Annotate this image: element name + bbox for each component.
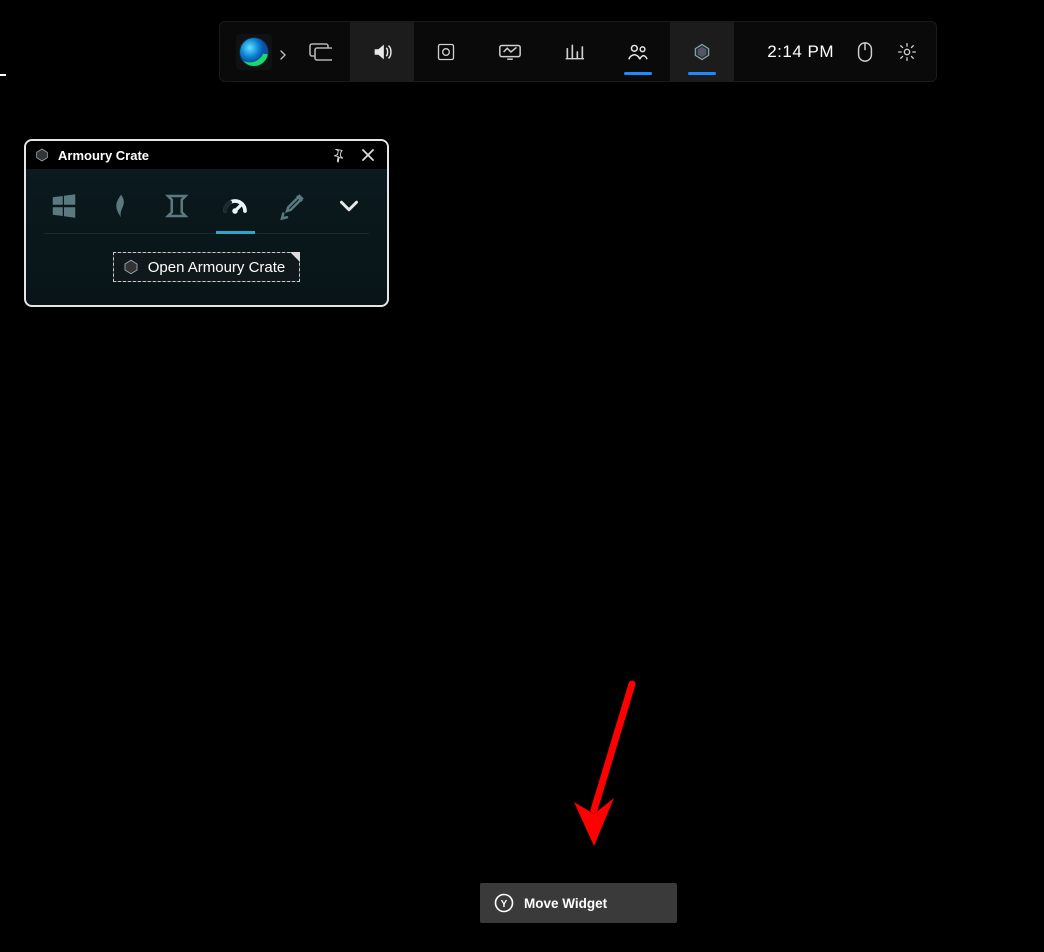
display-widget-button[interactable] bbox=[478, 22, 542, 81]
audio-widget-button[interactable] bbox=[350, 22, 414, 81]
edge-icon-wrap bbox=[236, 34, 272, 70]
controller-hint-label: Move Widget bbox=[524, 896, 607, 911]
chevron-right-icon[interactable] bbox=[278, 47, 288, 57]
active-app-edge[interactable] bbox=[228, 34, 296, 70]
svg-text:Y: Y bbox=[501, 899, 508, 910]
game-bar-widgets bbox=[350, 22, 734, 81]
game-bar-right: 2:14 PM bbox=[757, 22, 936, 81]
widget-titlebar[interactable]: Armoury Crate bbox=[26, 141, 387, 169]
clock-text: 2:14 PM bbox=[757, 42, 844, 62]
y-button-icon: Y bbox=[494, 893, 514, 913]
controller-hint: Y Move Widget bbox=[480, 883, 677, 923]
edge-icon bbox=[239, 37, 269, 67]
mode-expand-chevron[interactable] bbox=[330, 187, 369, 225]
mode-turbo[interactable] bbox=[216, 187, 255, 225]
game-bar-left bbox=[220, 22, 344, 81]
widget-body: Open Armoury Crate bbox=[26, 169, 387, 292]
mode-windows[interactable] bbox=[44, 187, 83, 225]
armoury-crate-small-icon bbox=[122, 258, 140, 276]
mode-silent[interactable] bbox=[101, 187, 140, 225]
capture-widget-button[interactable] bbox=[414, 22, 478, 81]
mode-row bbox=[44, 181, 369, 234]
close-icon[interactable] bbox=[357, 144, 379, 166]
performance-widget-button[interactable] bbox=[542, 22, 606, 81]
broadcast-icon[interactable] bbox=[296, 22, 344, 81]
button-corner-decor bbox=[290, 252, 300, 262]
armoury-crate-icon bbox=[692, 42, 712, 62]
armoury-crate-widget[interactable]: Armoury Crate bbox=[24, 139, 389, 307]
decoration-tick bbox=[0, 74, 6, 76]
game-bar: 2:14 PM bbox=[219, 21, 937, 82]
armoury-crate-title-icon bbox=[34, 147, 50, 163]
xbox-social-widget-button[interactable] bbox=[606, 22, 670, 81]
annotation-arrow bbox=[570, 680, 640, 850]
settings-icon[interactable] bbox=[886, 22, 928, 81]
mode-performance[interactable] bbox=[158, 187, 197, 225]
armoury-crate-widget-button[interactable] bbox=[670, 22, 734, 81]
open-armoury-crate-label: Open Armoury Crate bbox=[148, 259, 286, 276]
mode-manual[interactable] bbox=[273, 187, 312, 225]
open-armoury-crate-button[interactable]: Open Armoury Crate bbox=[113, 252, 301, 282]
widget-title-text: Armoury Crate bbox=[58, 148, 319, 163]
mouse-icon[interactable] bbox=[844, 22, 886, 81]
pin-icon[interactable] bbox=[327, 144, 349, 166]
